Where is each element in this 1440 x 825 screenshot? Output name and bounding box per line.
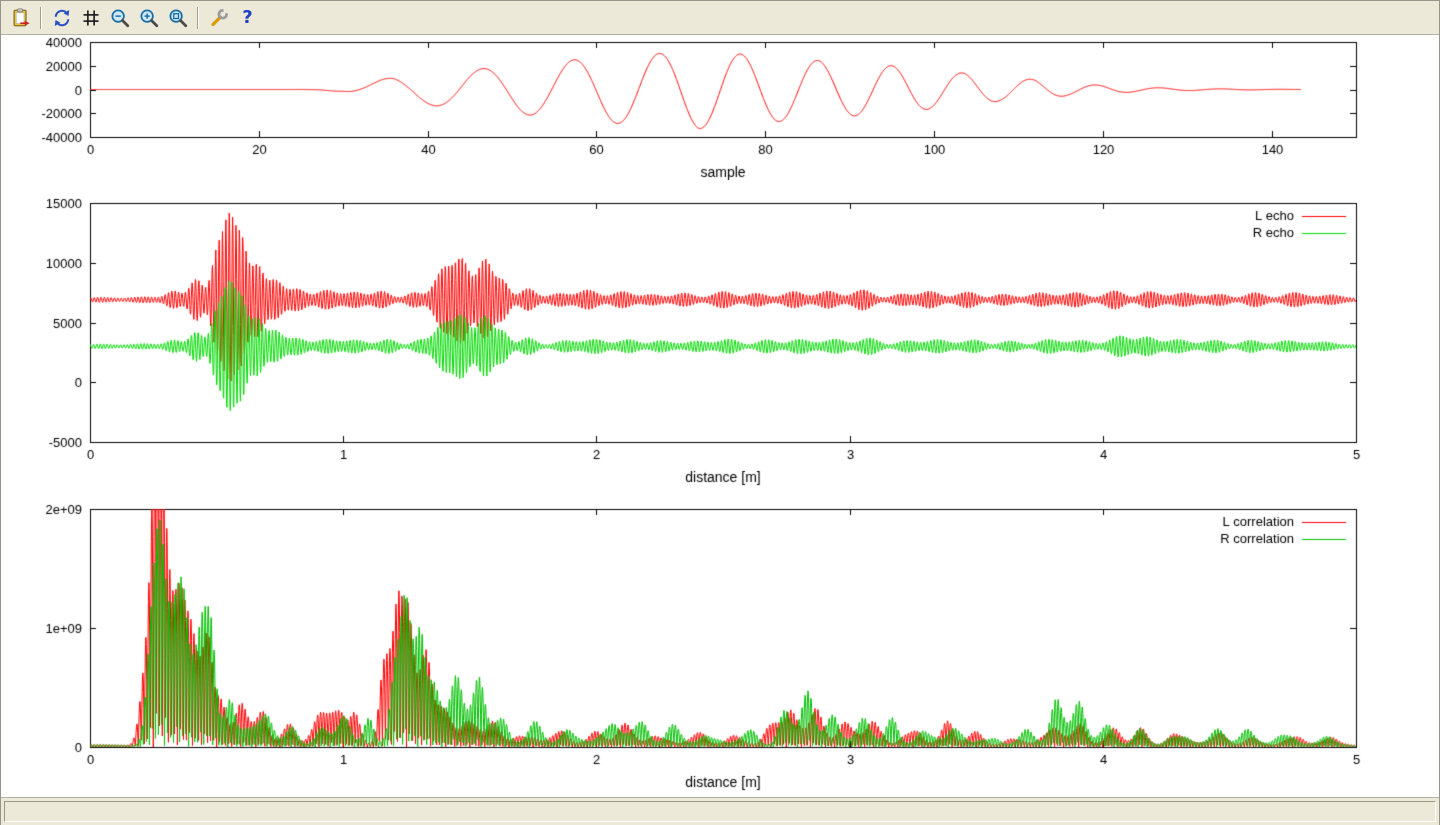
help-icon: ? (242, 9, 252, 27)
previous-zoom-icon (110, 8, 130, 28)
grid-icon (81, 8, 101, 28)
correlation-chart-canvas[interactable] (1, 494, 1439, 797)
autoscale-icon (168, 8, 188, 28)
next-zoom-icon (139, 8, 159, 28)
waveform-chart-canvas[interactable] (1, 35, 1439, 187)
configure-plot-button[interactable] (205, 4, 232, 31)
status-message (4, 801, 1436, 822)
copy-to-clipboard-button[interactable] (7, 4, 34, 31)
help-button[interactable]: ? (234, 4, 261, 31)
copy-to-clipboard-icon (11, 8, 31, 28)
replot-icon (52, 8, 72, 28)
replot-button[interactable] (48, 4, 75, 31)
wrench-icon (209, 8, 229, 28)
toolbar-separator (197, 7, 199, 29)
status-bar (1, 797, 1439, 825)
next-zoom-button[interactable] (135, 4, 162, 31)
autoscale-button[interactable] (164, 4, 191, 31)
plot-area (1, 35, 1439, 797)
toolbar-separator (40, 7, 42, 29)
previous-zoom-button[interactable] (106, 4, 133, 31)
toggle-grid-button[interactable] (77, 4, 104, 31)
plot-app-window: ? (0, 0, 1440, 825)
echo-chart-canvas[interactable] (1, 187, 1439, 494)
toolbar: ? (1, 1, 1439, 35)
